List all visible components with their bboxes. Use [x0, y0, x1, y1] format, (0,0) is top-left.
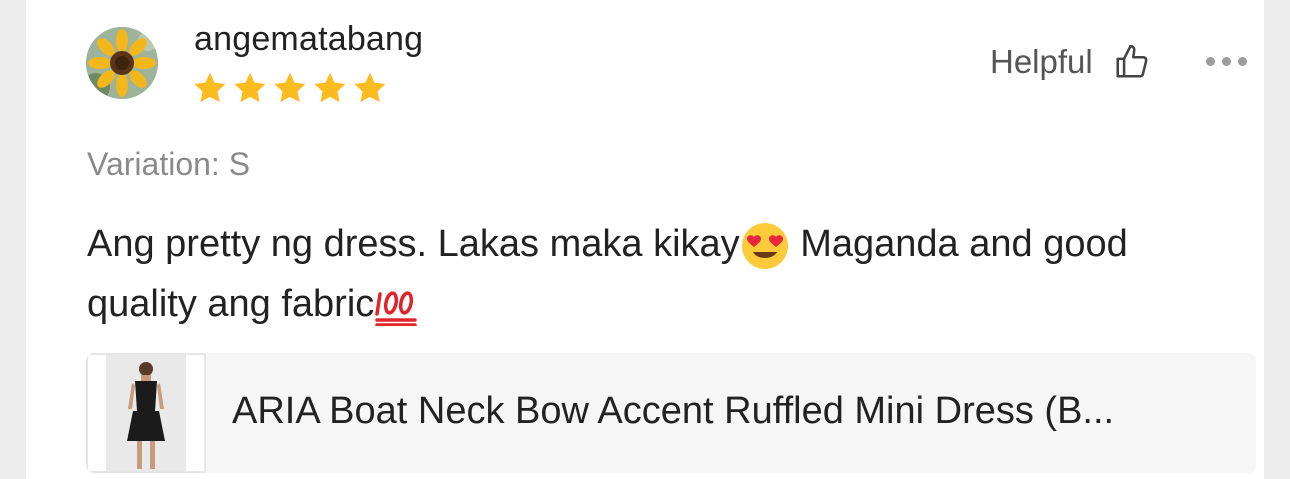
sunflower-avatar-icon — [86, 27, 158, 99]
helpful-button[interactable]: Helpful — [990, 42, 1151, 82]
more-dots-icon — [1222, 57, 1231, 66]
hundred-points-emoji-icon — [375, 291, 418, 326]
product-thumbnail — [86, 353, 206, 473]
thumbs-up-icon — [1116, 44, 1148, 78]
more-options-button[interactable] — [1206, 57, 1247, 66]
review-text-part1: Ang pretty ng dress. Lakas maka kikay — [87, 223, 740, 265]
review-card: angematabang Helpful Variation: S Ang pr… — [26, 0, 1264, 479]
product-title[interactable]: ARIA Boat Neck Bow Accent Ruffled Mini D… — [232, 390, 1232, 433]
review-text: Ang pretty ng dress. Lakas maka kikay Ma… — [87, 214, 1217, 334]
product-link[interactable]: ARIA Boat Neck Bow Accent Ruffled Mini D… — [86, 353, 1256, 473]
avatar[interactable] — [86, 27, 158, 99]
star-icon — [234, 72, 266, 103]
variation-label: Variation: S — [87, 146, 251, 182]
star-icon — [314, 72, 346, 103]
heart-eyes-emoji-icon — [741, 222, 788, 269]
star-rating — [192, 70, 388, 106]
star-icon — [274, 72, 306, 103]
helpful-label: Helpful — [990, 43, 1093, 80]
more-dots-icon — [1238, 57, 1247, 66]
more-dots-icon — [1206, 57, 1215, 66]
product-image-icon — [106, 355, 186, 471]
username[interactable]: angematabang — [194, 20, 423, 59]
star-icon — [194, 72, 226, 103]
star-icon — [354, 72, 386, 103]
